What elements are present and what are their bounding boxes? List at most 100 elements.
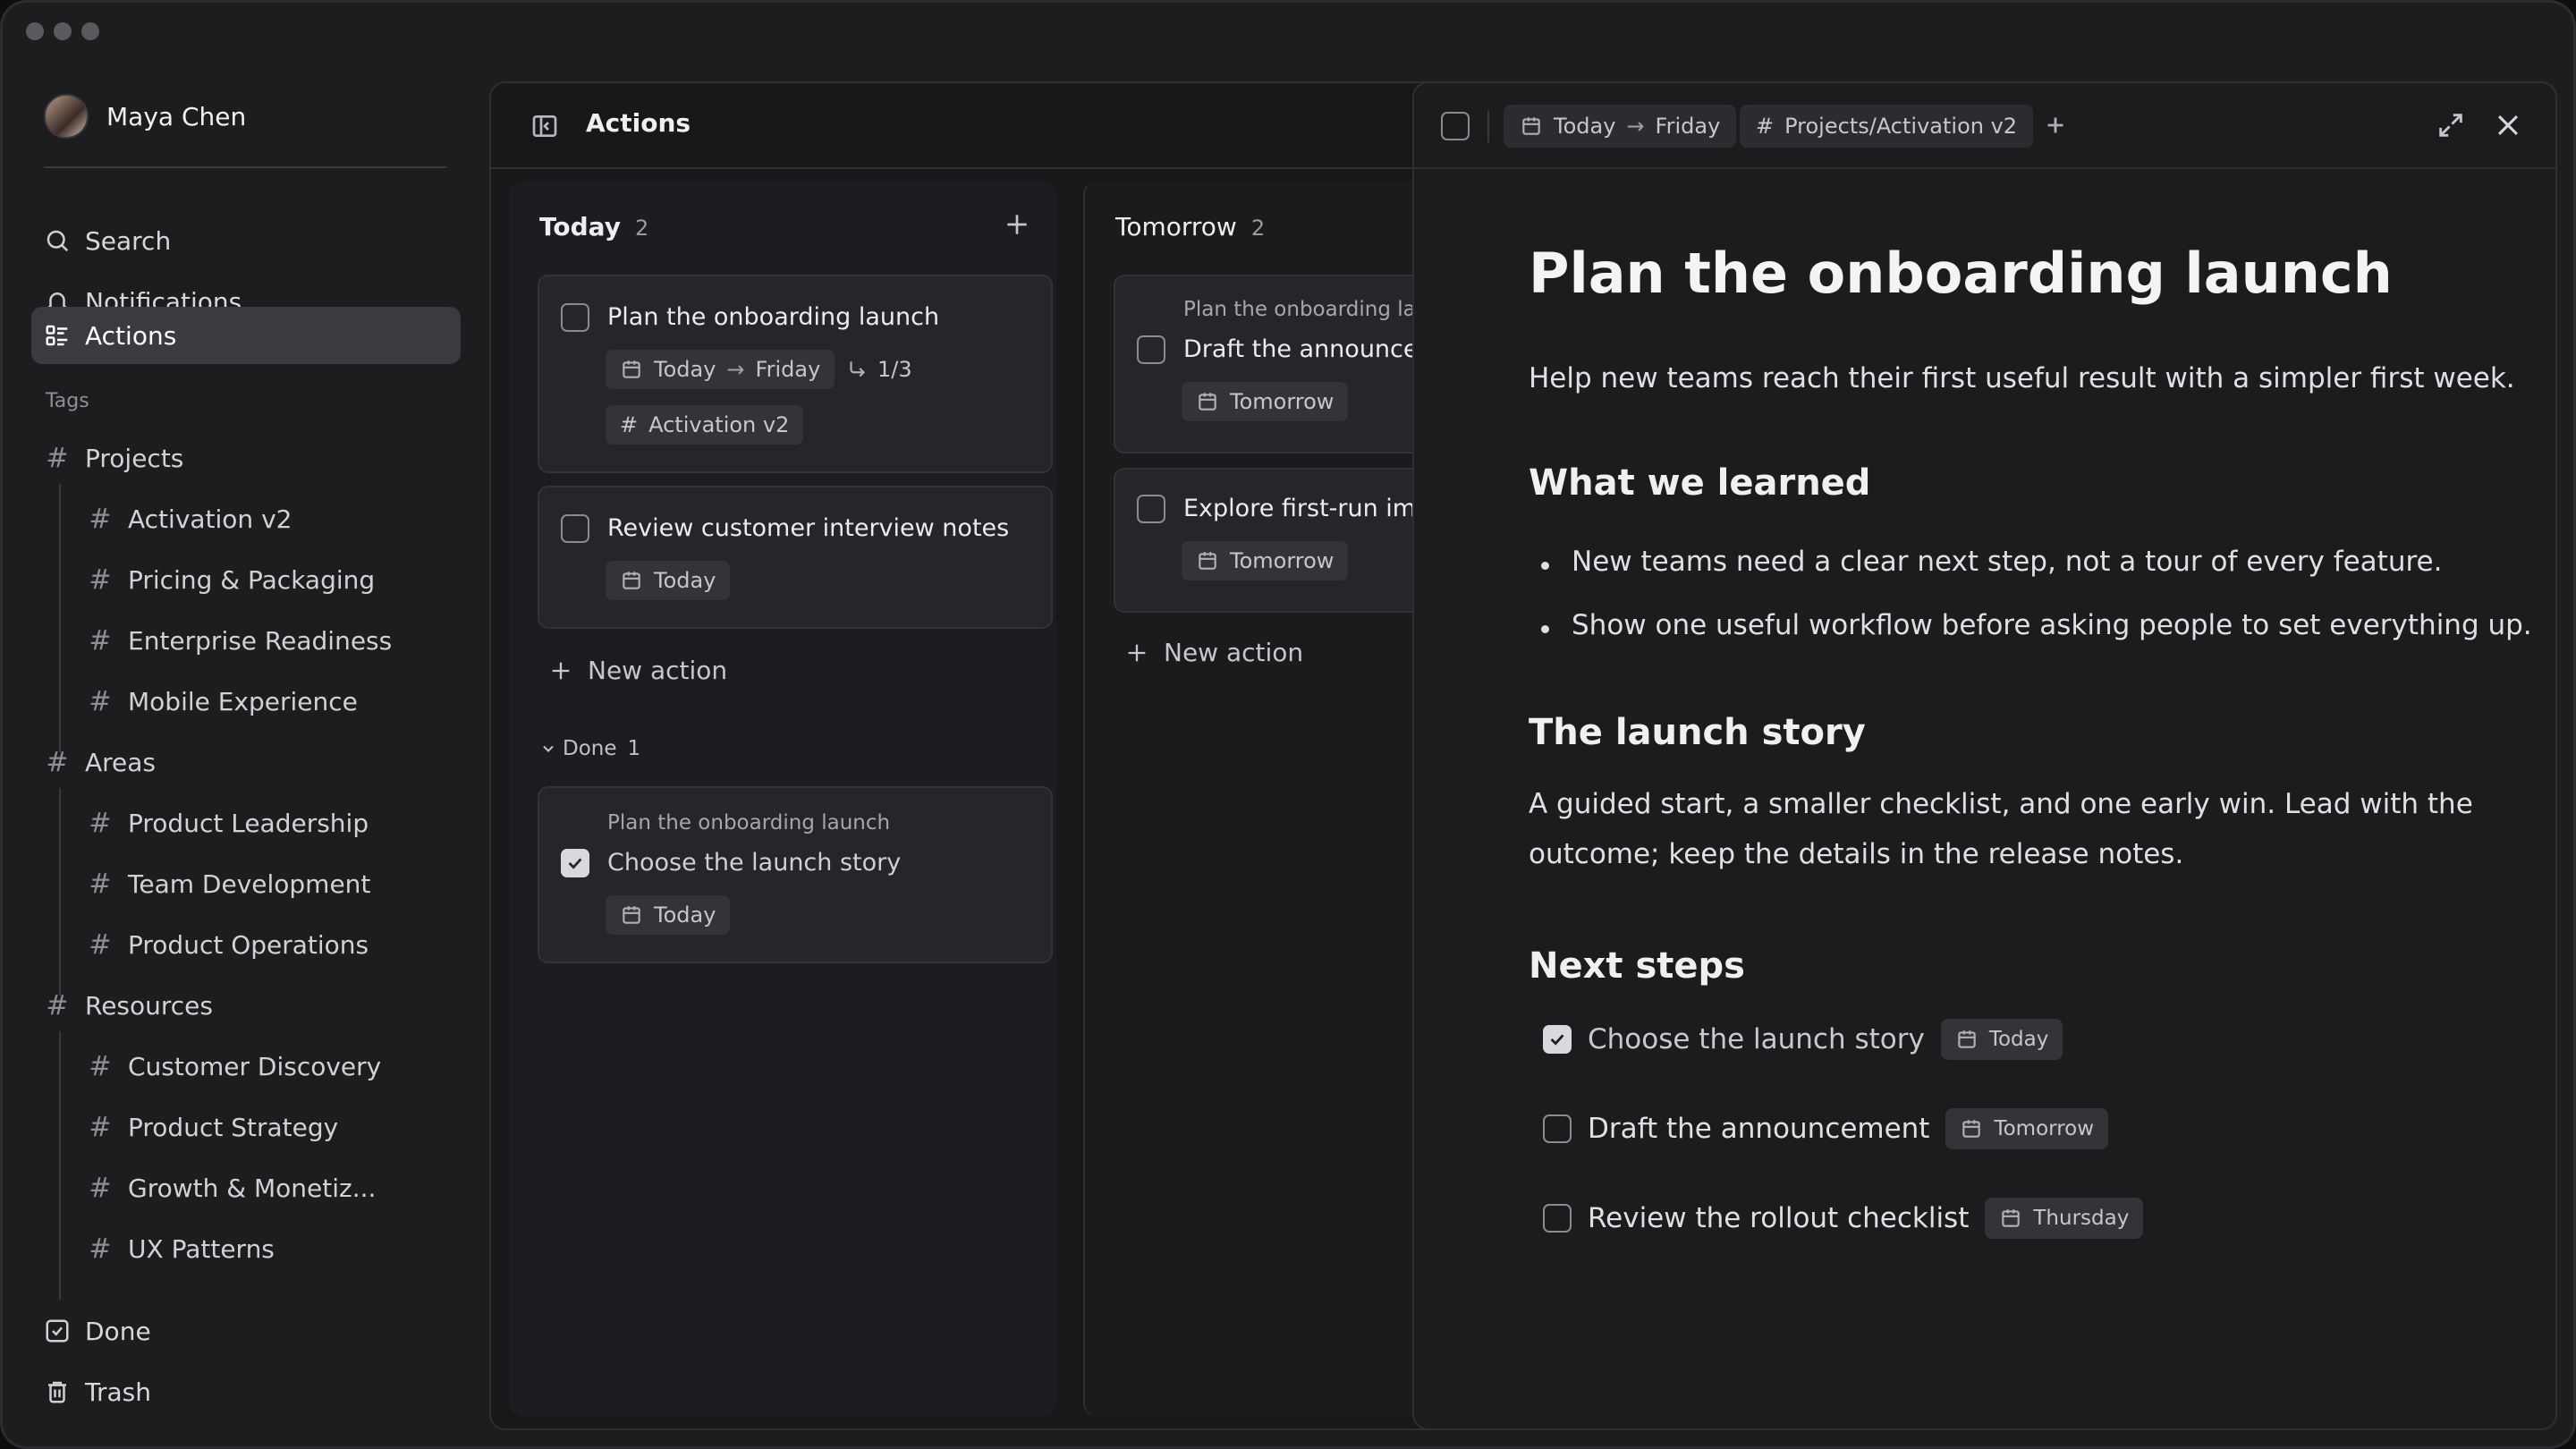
document-intro[interactable]: Help new teams reach their first useful …	[1529, 353, 2521, 403]
action-card-done[interactable]: Plan the onboarding launch Choose the la…	[538, 786, 1053, 963]
add-tag-icon[interactable]	[2040, 110, 2071, 140]
subtask-arrow-icon	[850, 361, 866, 377]
sidebar-item-actions[interactable]: Actions	[31, 307, 461, 364]
hash-icon: #	[1756, 114, 1775, 139]
date-chip[interactable]: Today	[1940, 1019, 2063, 1060]
section-heading-story[interactable]: The launch story	[1529, 712, 1866, 753]
step-title: Choose the launch story	[1588, 1023, 1925, 1055]
tag-item[interactable]: # UX Patterns	[87, 1233, 275, 1265]
sidebar-item-search[interactable]: Search	[31, 212, 461, 269]
date-chip[interactable]: Today	[606, 895, 731, 935]
action-checkbox[interactable]	[561, 514, 589, 543]
hash-icon: #	[89, 686, 112, 717]
tag-group-areas[interactable]: # Areas	[44, 747, 156, 778]
user-profile[interactable]: Maya Chen	[44, 94, 246, 139]
tag-group-projects[interactable]: # Projects	[44, 443, 183, 474]
close-icon[interactable]	[2493, 110, 2523, 140]
expand-icon[interactable]	[2436, 110, 2466, 140]
date-chip[interactable]: Today	[606, 561, 731, 600]
action-checkbox-checked[interactable]	[561, 849, 589, 877]
new-action-button[interactable]: New action	[548, 656, 727, 685]
tag-item[interactable]: # Product Strategy	[87, 1112, 338, 1143]
detail-tag-chip[interactable]: # Projects/Activation v2	[1740, 105, 2034, 148]
date-from: Today	[1554, 114, 1616, 139]
tag-item[interactable]: # Enterprise Readiness	[87, 625, 392, 657]
plus-icon	[552, 662, 570, 679]
tag-label: UX Patterns	[128, 1234, 275, 1264]
minimize-window-button[interactable]	[54, 22, 72, 40]
bullet-text: Show one useful workflow before asking p…	[1572, 609, 2532, 641]
tag-item[interactable]: # Customer Discovery	[87, 1051, 381, 1082]
sidebar-item-label: Trash	[85, 1377, 151, 1407]
step-checkbox[interactable]	[1543, 1114, 1572, 1143]
detail-date-chip[interactable]: Today → Friday	[1504, 105, 1737, 148]
tag-item[interactable]: # Mobile Experience	[87, 686, 357, 717]
tag-group-resources[interactable]: # Resources	[44, 990, 213, 1021]
section-heading-next-steps[interactable]: Next steps	[1529, 945, 1745, 987]
detail-toolbar: Today → Friday # Projects/Activation v2	[1414, 83, 2555, 169]
new-action-button[interactable]: New action	[1124, 638, 1303, 667]
detail-checkbox[interactable]	[1441, 112, 1470, 140]
sidebar-item-done[interactable]: Done	[31, 1302, 461, 1360]
step-checkbox[interactable]	[1543, 1204, 1572, 1233]
action-card[interactable]: Review customer interview notes Today	[538, 486, 1053, 629]
new-action-label: New action	[588, 656, 728, 685]
close-window-button[interactable]	[26, 22, 44, 40]
tag-item[interactable]: # Product Leadership	[87, 808, 369, 839]
tag-item[interactable]: # Growth & Monetiz...	[87, 1173, 376, 1204]
date-from: Today	[654, 357, 716, 382]
tag-item[interactable]: # Product Operations	[87, 929, 369, 961]
maximize-window-button[interactable]	[81, 22, 99, 40]
action-card[interactable]: Plan the onboarding launch Today → Frida…	[538, 275, 1053, 473]
tag-item[interactable]: # Activation v2	[87, 504, 292, 535]
action-checkbox[interactable]	[1137, 495, 1165, 523]
hash-icon: #	[89, 1233, 112, 1265]
hash-icon: #	[620, 412, 639, 437]
add-icon[interactable]	[1003, 210, 1031, 239]
next-step-item[interactable]: Choose the launch story Today	[1543, 1019, 2063, 1060]
step-checkbox-checked[interactable]	[1543, 1025, 1572, 1054]
checkbox-icon	[46, 1319, 69, 1343]
next-step-item[interactable]: Draft the announcement Tomorrow	[1543, 1108, 2109, 1149]
hash-icon: #	[89, 808, 112, 839]
search-icon	[47, 230, 69, 252]
check-icon	[568, 858, 582, 869]
date-chip[interactable]: Today → Friday	[606, 350, 835, 389]
check-icon	[1550, 1034, 1564, 1046]
section-heading-learned[interactable]: What we learned	[1529, 462, 1870, 504]
sidebar-item-label: Done	[85, 1316, 151, 1346]
tag-item[interactable]: # Pricing & Packaging	[87, 564, 375, 596]
bullet-item[interactable]: New teams need a clear next step, not a …	[1541, 546, 2442, 578]
bullet-item[interactable]: Show one useful workflow before asking p…	[1541, 609, 2532, 641]
hash-icon: #	[89, 625, 112, 657]
action-checkbox[interactable]	[561, 303, 589, 332]
sidebar-toggle-icon[interactable]	[530, 112, 559, 140]
tag-chip[interactable]: # Activation v2	[606, 405, 804, 445]
calendar-icon	[2002, 1209, 2021, 1227]
tags-section-label: Tags	[46, 390, 89, 412]
page-title: Actions	[586, 108, 691, 138]
action-checkbox[interactable]	[1137, 335, 1165, 364]
done-count: 1	[627, 737, 641, 760]
tag-item[interactable]: # Team Development	[87, 869, 370, 900]
date-chip[interactable]: Tomorrow	[1945, 1108, 2109, 1149]
tag-label: Team Development	[128, 869, 371, 899]
story-paragraph[interactable]: A guided start, a smaller checklist, and…	[1529, 779, 2521, 879]
app-window: Maya Chen Search Notifications Actions T…	[0, 0, 2576, 1449]
done-label: Done	[563, 737, 617, 760]
hash-icon: #	[89, 929, 112, 961]
date-to: Friday	[1655, 114, 1721, 139]
next-step-item[interactable]: Review the rollout checklist Thursday	[1543, 1198, 2144, 1239]
document-title[interactable]: Plan the onboarding launch	[1529, 241, 2393, 306]
sidebar-item-trash[interactable]: Trash	[31, 1363, 461, 1420]
date-chip[interactable]: Tomorrow	[1182, 382, 1349, 421]
column-name: Tomorrow	[1115, 212, 1237, 242]
date-label: Tomorrow	[1230, 389, 1335, 414]
date-chip[interactable]: Tomorrow	[1182, 541, 1349, 580]
calendar-icon	[623, 906, 640, 924]
user-name: Maya Chen	[106, 101, 247, 131]
tag-label: Pricing & Packaging	[128, 565, 376, 595]
sidebar: Maya Chen Search Notifications Actions T…	[3, 56, 486, 1446]
done-section-toggle[interactable]: Done 1	[539, 737, 640, 760]
date-chip[interactable]: Thursday	[1985, 1198, 2144, 1239]
